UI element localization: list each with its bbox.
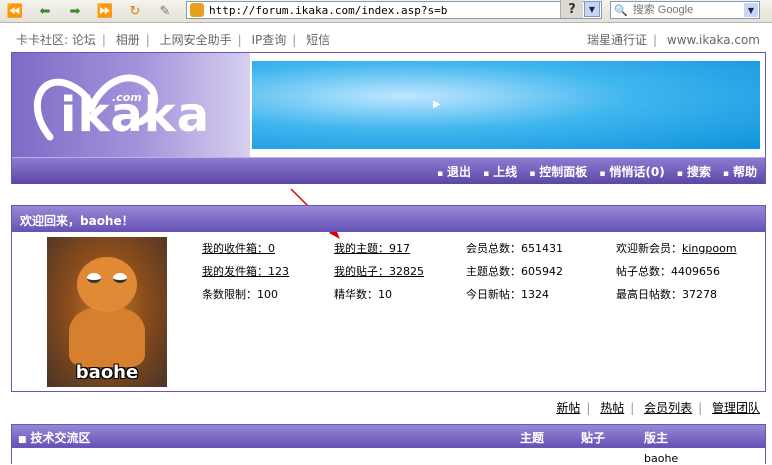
help-button[interactable]: ? [560, 0, 583, 18]
site-favicon-icon [190, 3, 204, 17]
nav-online[interactable]: 上线 [483, 163, 517, 180]
stat-topics-total: 主题总数：605942 [466, 265, 563, 278]
stat-my-posts[interactable]: 我的贴子：32825 [334, 263, 424, 279]
logo-text: ikaka [60, 87, 211, 143]
divider: | [237, 33, 242, 47]
forum-row: baohe [11, 448, 766, 465]
nav-logout[interactable]: 退出 [437, 163, 471, 180]
forum-section-header[interactable]: 技术交流区 主题 贴子 版主 [11, 424, 766, 448]
inbox-link[interactable]: 我的收件箱：0 [202, 242, 275, 255]
fast-forward-icon[interactable]: ⏩ [94, 2, 116, 20]
my-topics-link[interactable]: 我的主题：917 [334, 242, 410, 255]
link-community-forum[interactable]: 卡卡社区: 论坛 [16, 33, 96, 47]
new-member-label: 欢迎新会员： [616, 242, 682, 255]
main-nav: 退出 上线 控制面板 悄悄话(0) 搜索 帮助 [12, 157, 765, 184]
link-member-list[interactable]: 会员列表 [644, 401, 692, 415]
new-member-link[interactable]: kingpoom [682, 242, 737, 255]
ad-banner[interactable]: ▶ [252, 61, 760, 149]
forum-section-title[interactable]: 技术交流区 [18, 429, 91, 446]
stat-new-member: 欢迎新会员：kingpoom [616, 240, 737, 256]
avatar[interactable]: baohe [47, 237, 167, 387]
link-admin-team[interactable]: 管理团队 [712, 401, 760, 415]
search-dropdown-icon[interactable]: ▼ [744, 3, 758, 17]
col-moderator: 版主 [644, 431, 669, 445]
outbox-link[interactable]: 我的发件箱：123 [202, 265, 289, 278]
avatar-eyes [87, 273, 127, 285]
stat-members: 会员总数：651431 [466, 242, 563, 255]
link-messages[interactable]: 短信 [306, 33, 330, 47]
stat-my-topics[interactable]: 我的主题：917 [334, 240, 410, 256]
back-icon[interactable]: ⬅ [34, 2, 56, 20]
avatar-body [69, 307, 145, 367]
forward-icon[interactable]: ➡ [64, 2, 86, 20]
link-passport[interactable]: 瑞星通行证 [587, 33, 647, 47]
nav-private-messages[interactable]: 悄悄话(0) [599, 163, 664, 180]
stat-elite: 精华数：10 [334, 288, 392, 301]
divider: | [145, 33, 150, 47]
stat-outbox[interactable]: 我的发件箱：123 [202, 263, 289, 279]
col-posts: 贴子 [581, 431, 606, 445]
search-input[interactable] [630, 3, 735, 17]
account-links: 瑞星通行证 | www.ikaka.com [587, 31, 760, 48]
avatar-name: baohe [75, 362, 139, 383]
logo-area[interactable]: .com ikaka [12, 53, 250, 157]
search-icon: 🔍 [614, 3, 628, 17]
welcome-panel: 欢迎回来，baohe！ baohe 我的收件箱：0 我的发件箱：123 条数限制… [11, 205, 766, 392]
welcome-title: 欢迎回来，baohe！ [20, 214, 134, 228]
divider: | [698, 401, 703, 415]
my-posts-link[interactable]: 我的贴子：32825 [334, 265, 424, 278]
forum-quick-links: 新帖 | 热帖 | 会员列表 | 管理团队 [556, 399, 760, 416]
welcome-header: 欢迎回来，baohe！ [12, 206, 765, 232]
link-album[interactable]: 相册 [116, 33, 140, 47]
stat-inbox[interactable]: 我的收件箱：0 [202, 240, 275, 256]
address-bar[interactable] [186, 1, 602, 19]
search-box[interactable]: 🔍 ▼ [610, 1, 760, 19]
link-ikaka-home[interactable]: www.ikaka.com [667, 33, 760, 47]
divider: | [586, 401, 591, 415]
divider: | [630, 401, 635, 415]
browser-toolbar: ⏪ ⬅ ➡ ⏩ ↻ ✎ ? ▼ 🔍 ▼ [0, 0, 772, 23]
site-banner: .com ikaka ▶ 退出 上线 控制面板 悄悄话(0) 搜索 帮助 [11, 52, 766, 184]
edit-icon[interactable]: ✎ [154, 2, 176, 20]
divider: | [292, 33, 297, 47]
refresh-icon[interactable]: ↻ [124, 2, 146, 20]
rewind-icon[interactable]: ⏪ [4, 2, 26, 20]
link-security-assistant[interactable]: 上网安全助手 [160, 33, 232, 47]
link-new-posts[interactable]: 新帖 [556, 401, 580, 415]
col-topics: 主题 [520, 431, 545, 445]
stat-today-posts: 今日新帖：1324 [466, 288, 549, 301]
row-moderator[interactable]: baohe [644, 452, 678, 465]
url-dropdown-icon[interactable]: ▼ [584, 1, 600, 17]
stat-max-day-posts: 最高日帖数：37278 [616, 288, 717, 301]
stat-posts-total: 帖子总数：4409656 [616, 265, 720, 278]
stat-limit: 条数限制：100 [202, 288, 278, 301]
url-input[interactable] [209, 3, 539, 17]
divider: | [653, 33, 658, 47]
nav-search[interactable]: 搜索 [677, 163, 711, 180]
play-icon: ▶ [433, 99, 441, 110]
nav-help[interactable]: 帮助 [723, 163, 757, 180]
community-links: 卡卡社区: 论坛 | 相册 | 上网安全助手 | IP查询 | 短信 [16, 31, 330, 48]
divider: | [101, 33, 106, 47]
nav-control-panel[interactable]: 控制面板 [529, 163, 587, 180]
link-ip-lookup[interactable]: IP查询 [252, 33, 287, 47]
link-hot-posts[interactable]: 热帖 [600, 401, 624, 415]
